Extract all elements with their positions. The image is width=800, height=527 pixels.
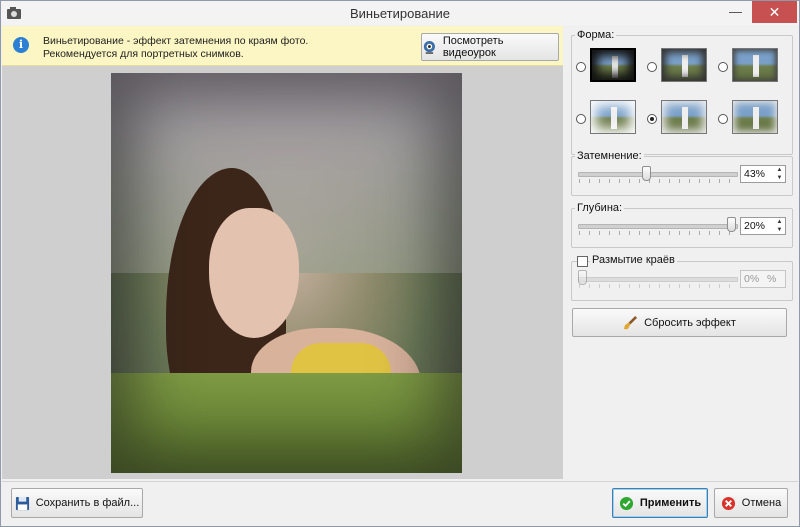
apply-label: Применить [639, 497, 702, 509]
darkening-down-icon[interactable]: ▼ [774, 174, 785, 182]
blur-ticks [579, 284, 737, 288]
settings-panel: Форма: Затемнение: 43% ▲ ▼ Глубина: 20% … [567, 26, 797, 481]
darkening-label: Затемнение: [575, 150, 644, 162]
photo-preview [111, 73, 462, 473]
floppy-disk-icon [15, 496, 29, 510]
depth-value: 20% [744, 220, 766, 232]
darkening-slider-handle[interactable] [642, 166, 651, 181]
depth-spinbox[interactable]: 20% ▲ ▼ [740, 217, 786, 235]
brush-icon [624, 315, 638, 330]
info-line-1: Виньетирование - эффект затемнения по кр… [43, 35, 309, 47]
info-line-2: Рекомендуется для портретных снимков. [43, 48, 244, 60]
cancel-label: Отмена [741, 497, 782, 509]
minimize-button[interactable]: — [723, 1, 748, 23]
blur-slider-handle [578, 270, 587, 285]
cancel-button[interactable]: Отмена [714, 488, 788, 518]
shape-thumb-1[interactable] [590, 48, 636, 82]
depth-down-icon[interactable]: ▼ [774, 226, 785, 234]
shape-radio-1[interactable] [576, 62, 586, 72]
shape-radio-4[interactable] [576, 114, 586, 124]
reset-effect-label: Сбросить эффект [644, 316, 736, 329]
shape-radio-6[interactable] [718, 114, 728, 124]
depth-label: Глубина: [575, 202, 625, 214]
depth-slider-handle[interactable] [727, 217, 736, 232]
blur-value: 0% [744, 273, 760, 285]
shape-label: Форма: [575, 29, 617, 41]
window-title: Виньетирование [349, 6, 451, 21]
depth-track[interactable] [578, 224, 738, 229]
shape-thumb-4[interactable] [590, 100, 636, 134]
darkening-track[interactable] [578, 172, 738, 177]
vignette-dialog: Виньетирование — ✕ i Виньетирование - эф… [0, 0, 800, 527]
blur-checkbox[interactable] [577, 256, 588, 267]
apply-button[interactable]: Применить [612, 488, 708, 518]
title-bar[interactable]: Виньетирование — ✕ [1, 1, 799, 25]
webcam-icon [423, 40, 435, 54]
cancel-circle-icon [721, 496, 735, 510]
darkening-up-icon[interactable]: ▲ [774, 166, 785, 174]
shape-radio-2[interactable] [647, 62, 657, 72]
darkening-ticks [579, 179, 737, 183]
depth-ticks [579, 231, 737, 235]
blur-track [578, 277, 738, 282]
shape-thumb-6[interactable] [732, 100, 778, 134]
info-text: Виньетирование - эффект затемнения по кр… [43, 35, 308, 61]
darkening-value: 43% [744, 168, 766, 180]
darkening-spinbox[interactable]: 43% ▲ ▼ [740, 165, 786, 183]
shape-thumb-5[interactable] [661, 100, 707, 134]
reset-effect-button[interactable]: Сбросить эффект [572, 308, 787, 337]
blur-value-suffix: % [767, 273, 777, 285]
watch-video-button[interactable]: Посмотреть видеоурок [421, 33, 559, 61]
blur-spinbox: 0% % [740, 270, 786, 288]
footer-separator [2, 481, 798, 482]
info-icon: i [13, 37, 29, 53]
shape-radio-5[interactable] [647, 114, 657, 124]
shape-thumb-2[interactable] [661, 48, 707, 82]
save-to-file-label: Сохранить в файл... [35, 497, 140, 509]
save-to-file-button[interactable]: Сохранить в файл... [11, 488, 143, 518]
check-circle-icon [619, 496, 633, 510]
close-button[interactable]: ✕ [752, 1, 797, 23]
shape-thumb-3[interactable] [732, 48, 778, 82]
depth-up-icon[interactable]: ▲ [774, 218, 785, 226]
watch-video-label: Посмотреть видеоурок [442, 35, 504, 59]
shape-radio-3[interactable] [718, 62, 728, 72]
blur-label: Размытие краёв [590, 254, 677, 266]
